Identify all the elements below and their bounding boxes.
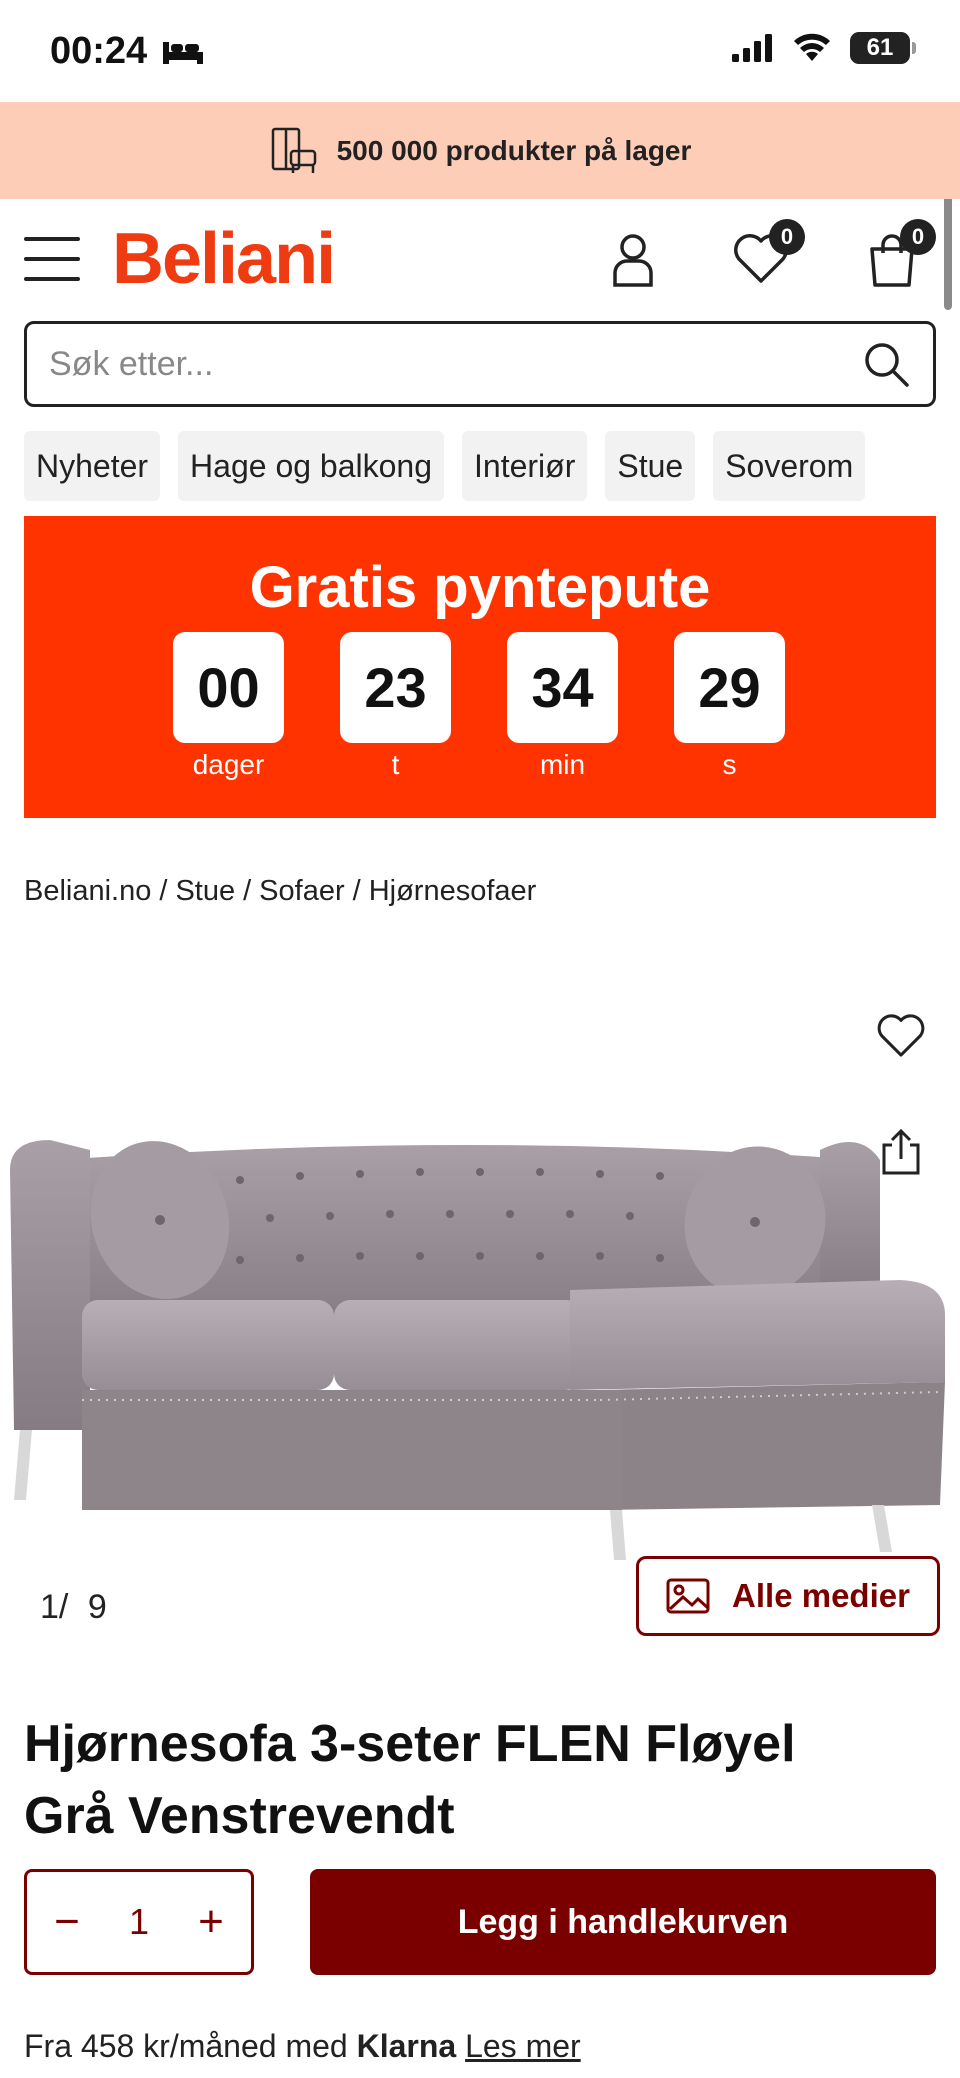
status-bar: 00:24 61: [0, 0, 960, 102]
nav-item-stue[interactable]: Stue: [605, 431, 696, 501]
countdown-value: 00: [173, 632, 284, 743]
countdown-value: 34: [507, 632, 618, 743]
product-title-line: Grå Venstrevendt: [24, 1787, 455, 1845]
menu-bar: [24, 237, 80, 241]
site-header: Beliani 0 0: [0, 199, 960, 317]
nav-item-soverom[interactable]: Soverom: [713, 431, 866, 501]
countdown-hours: 23 t: [340, 632, 451, 781]
breadcrumb-separator: /: [352, 875, 361, 907]
search-input[interactable]: [49, 344, 861, 384]
quantity-value[interactable]: 1: [129, 1901, 149, 1943]
image-counter: 1/ 9: [40, 1588, 107, 1627]
breadcrumb-separator: /: [159, 875, 168, 907]
bed-icon: [163, 41, 204, 64]
battery-level: 61: [866, 34, 894, 61]
search-icon[interactable]: [861, 339, 911, 389]
image-icon: [666, 1578, 710, 1614]
clock: 00:24: [50, 30, 148, 72]
countdown-label: min: [539, 749, 586, 780]
cart-count-badge: 0: [900, 219, 936, 255]
search-bar: [24, 321, 936, 407]
all-media-button[interactable]: Alle medier: [636, 1556, 940, 1636]
countdown-seconds: 29 s: [674, 632, 785, 781]
menu-button[interactable]: [24, 237, 80, 281]
countdown-label: dager: [192, 749, 265, 780]
signal-icon: [732, 34, 772, 62]
breadcrumb-current[interactable]: Hjørnesofaer: [369, 875, 537, 907]
countdown-minutes: 34 min: [507, 632, 618, 781]
add-to-wishlist-button[interactable]: [871, 1006, 931, 1066]
breadcrumb: Beliani.no / Stue / Sofaer / Hjørnesofaer: [24, 875, 536, 908]
klarna-text: Fra 458 kr/måned med: [24, 2028, 348, 2064]
image-counter-current: 1/: [40, 1588, 69, 1626]
klarna-logo: Klarna: [356, 2028, 457, 2064]
countdown-label: s: [722, 749, 737, 780]
all-media-label: Alle medier: [732, 1577, 910, 1614]
decrease-quantity-button[interactable]: −: [47, 1900, 87, 1944]
category-nav: Nyheter Hage og balkong Interiør Stue Sovero…: [24, 431, 960, 501]
heart-icon: [877, 1014, 925, 1057]
product-image[interactable]: [0, 1100, 960, 1570]
nav-item-hage-og-balkong[interactable]: Hage og balkong: [178, 431, 445, 501]
cart-button[interactable]: 0: [862, 219, 936, 289]
breadcrumb-link-sofaer[interactable]: Sofaer: [259, 875, 344, 907]
increase-quantity-button[interactable]: +: [191, 1900, 231, 1944]
countdown-label: t: [391, 749, 400, 780]
status-time: 00:24: [50, 30, 205, 73]
battery-icon: 61: [850, 32, 916, 64]
status-indicators: 61: [732, 32, 916, 64]
logo[interactable]: Beliani: [112, 219, 336, 299]
countdown-timer: 00 dager 23 t 34 min 29 s: [173, 632, 785, 781]
klarna-read-more-link[interactable]: Les mer: [465, 2028, 581, 2064]
wishlist-count-badge: 0: [769, 219, 805, 255]
countdown-title: Gratis pyntepute: [249, 555, 711, 620]
promo-banner: 500 000 produkter på lager: [0, 102, 960, 199]
wishlist-button[interactable]: 0: [731, 219, 805, 289]
product-title: Hjørnesofa 3-seter FLEN Fløyel Grå Venst…: [24, 1708, 924, 1852]
countdown-banner[interactable]: Gratis pyntepute 00 dager 23 t 34 min 29…: [24, 516, 936, 818]
promo-text: 500 000 produkter på lager: [336, 134, 692, 166]
image-counter-total: 9: [87, 1588, 107, 1626]
breadcrumb-link-home[interactable]: Beliani.no: [24, 875, 151, 907]
menu-bar: [24, 277, 80, 281]
countdown-value: 29: [674, 632, 785, 743]
add-to-cart-button[interactable]: Legg i handlekurven: [310, 1869, 936, 1975]
nav-item-interior[interactable]: Interiør: [462, 431, 588, 501]
quantity-stepper: − 1 +: [24, 1869, 254, 1975]
furniture-icon: [271, 127, 316, 173]
account-button[interactable]: [603, 229, 663, 289]
klarna-financing: Fra 458 kr/måned med Klarna Les mer: [24, 2028, 581, 2065]
sofa-image: [10, 1140, 945, 1560]
breadcrumb-separator: /: [243, 875, 252, 907]
wifi-icon: [794, 33, 830, 61]
breadcrumb-link-stue[interactable]: Stue: [175, 875, 235, 907]
countdown-days: 00 dager: [173, 632, 284, 781]
user-icon: [613, 234, 653, 287]
countdown-value: 23: [340, 632, 451, 743]
menu-bar: [24, 257, 80, 261]
nav-item-nyheter[interactable]: Nyheter: [24, 431, 161, 501]
product-title-line: Hjørnesofa 3-seter FLEN Fløyel: [24, 1715, 796, 1773]
